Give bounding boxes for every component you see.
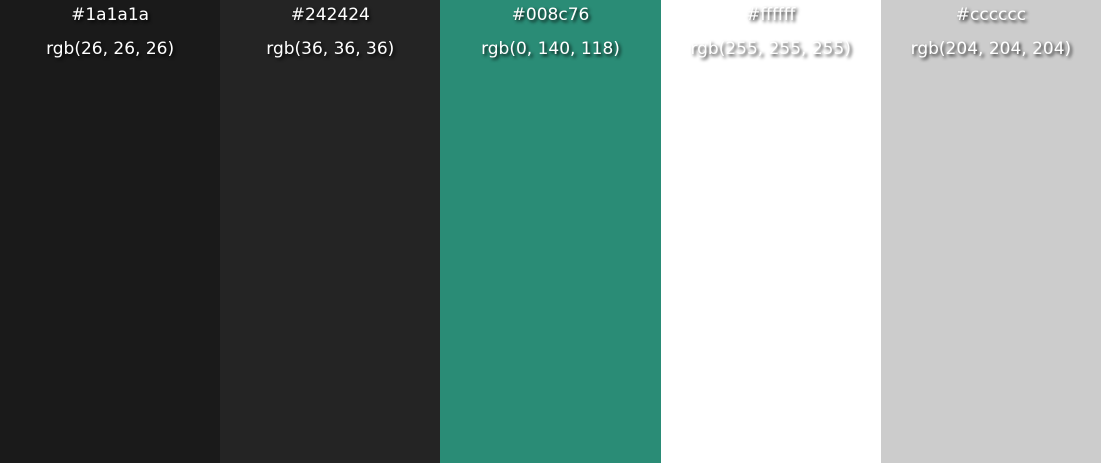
swatch-rgb-label: rgb(0, 140, 118) (481, 39, 620, 59)
swatch-hex-label: #008c76 (511, 5, 590, 25)
color-palette: #1a1a1a rgb(26, 26, 26) #242424 rgb(36, … (0, 0, 1101, 463)
swatch-hex-label: #cccccc (955, 5, 1027, 25)
swatch-008c76: #008c76 rgb(0, 140, 118) (440, 0, 661, 463)
swatch-rgb-label: rgb(255, 255, 255) (690, 39, 851, 59)
swatch-hex-label: #1a1a1a (71, 5, 150, 25)
swatch-242424: #242424 rgb(36, 36, 36) (220, 0, 441, 463)
swatch-rgb-label: rgb(204, 204, 204) (910, 39, 1072, 59)
swatch-hex-label: #ffffff (746, 5, 796, 25)
swatch-ffffff: #ffffff rgb(255, 255, 255) (660, 0, 881, 463)
swatch-rgb-label: rgb(36, 36, 36) (266, 39, 395, 59)
swatch-hex-label: #242424 (290, 5, 370, 25)
swatch-cccccc: #cccccc rgb(204, 204, 204) (880, 0, 1101, 463)
swatch-rgb-label: rgb(26, 26, 26) (46, 39, 175, 59)
swatch-1a1a1a: #1a1a1a rgb(26, 26, 26) (0, 0, 221, 463)
